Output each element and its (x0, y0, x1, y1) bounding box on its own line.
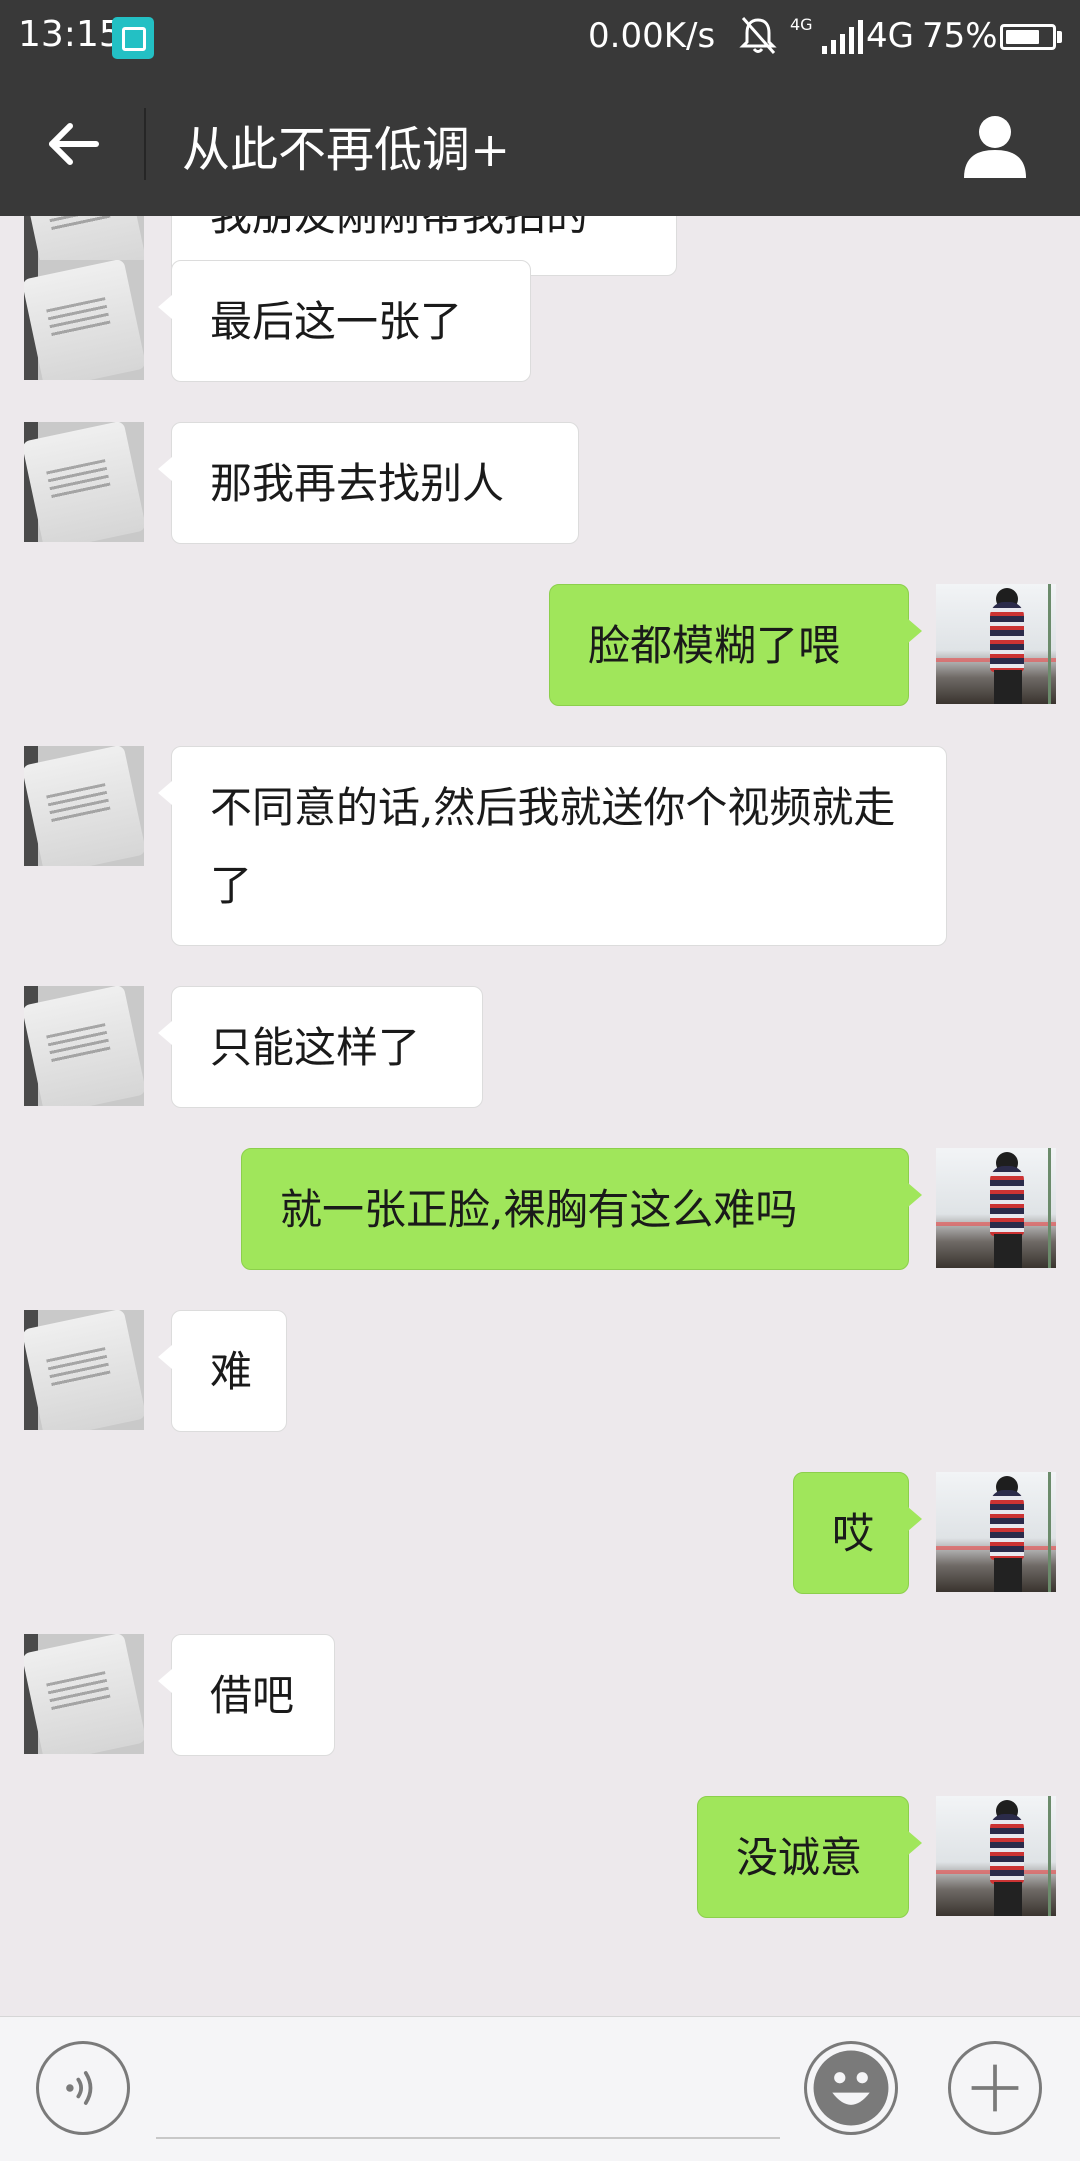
battery-tip (1057, 31, 1062, 43)
contact-avatar[interactable] (24, 1310, 144, 1430)
battery-level-fill (1006, 30, 1039, 44)
message-bubble[interactable]: 只能这样了 (158, 986, 483, 1108)
incoming-message: 最后这一张了 (0, 260, 1080, 382)
voice-icon[interactable] (36, 2041, 130, 2135)
contact-avatar[interactable] (24, 1634, 144, 1754)
input-bar (0, 2016, 1080, 2161)
message-bubble[interactable]: 不同意的话,然后我就送你个视频就走了 (158, 746, 947, 946)
my-avatar[interactable] (936, 584, 1056, 704)
my-avatar[interactable] (936, 1472, 1056, 1592)
message-bubble[interactable]: 借吧 (158, 1634, 335, 1756)
incoming-message: 难 (0, 1310, 1080, 1432)
signal-icon (822, 20, 864, 54)
emoji-icon[interactable] (804, 2041, 898, 2135)
contact-avatar[interactable] (24, 422, 144, 542)
message-bubble[interactable]: 难 (158, 1310, 287, 1432)
network-type: 4G (866, 16, 914, 56)
outgoing-message: 哎 (0, 1472, 1080, 1594)
my-avatar[interactable] (936, 1148, 1056, 1268)
message-bubble[interactable]: 就一张正脸,裸胸有这么难吗 (241, 1148, 922, 1270)
outgoing-message: 脸都模糊了喂 (0, 584, 1080, 706)
incoming-message: 只能这样了 (0, 986, 1080, 1108)
mute-bell-icon (739, 17, 777, 54)
battery-percent: 75% (922, 16, 998, 56)
chat-header: 从此不再低调+ (0, 72, 1080, 216)
status-time: 13:15 (18, 14, 122, 55)
network-speed: 0.00K/s (588, 16, 716, 56)
plus-icon[interactable] (948, 2041, 1042, 2135)
outgoing-message: 就一张正脸,裸胸有这么难吗 (0, 1148, 1080, 1270)
message-bubble[interactable]: 没诚意 (697, 1796, 922, 1918)
my-avatar[interactable] (936, 1796, 1056, 1916)
network-type-small: 4G (790, 15, 813, 34)
outgoing-message: 没诚意 (0, 1796, 1080, 1918)
message-bubble[interactable]: 那我再去找别人 (158, 422, 579, 544)
profile-icon[interactable] (958, 108, 1032, 180)
battery-icon (1000, 24, 1056, 50)
message-bubble[interactable]: 脸都模糊了喂 (549, 584, 922, 706)
header-divider (144, 108, 146, 180)
contact-avatar[interactable] (24, 986, 144, 1106)
status-bar: 13:15 0.00K/s 4G 4G 75% (0, 0, 1080, 72)
chat-title: 从此不再低调+ (182, 122, 511, 178)
contact-avatar[interactable] (24, 746, 144, 866)
incoming-message: 不同意的话,然后我就送你个视频就走了 (0, 746, 1080, 946)
message-list[interactable]: 我朋友刚刚帮我拍的最后这一张了那我再去找别人脸都模糊了喂不同意的话,然后我就送你… (0, 216, 1080, 2016)
incoming-message: 借吧 (0, 1634, 1080, 1756)
message-bubble[interactable]: 最后这一张了 (158, 260, 531, 382)
contact-avatar[interactable] (24, 260, 144, 380)
back-arrow-icon[interactable] (30, 108, 114, 180)
incoming-message: 那我再去找别人 (0, 422, 1080, 544)
message-input[interactable] (156, 2041, 780, 2139)
screenshot-app-icon (112, 17, 154, 59)
message-bubble[interactable]: 哎 (793, 1472, 922, 1594)
